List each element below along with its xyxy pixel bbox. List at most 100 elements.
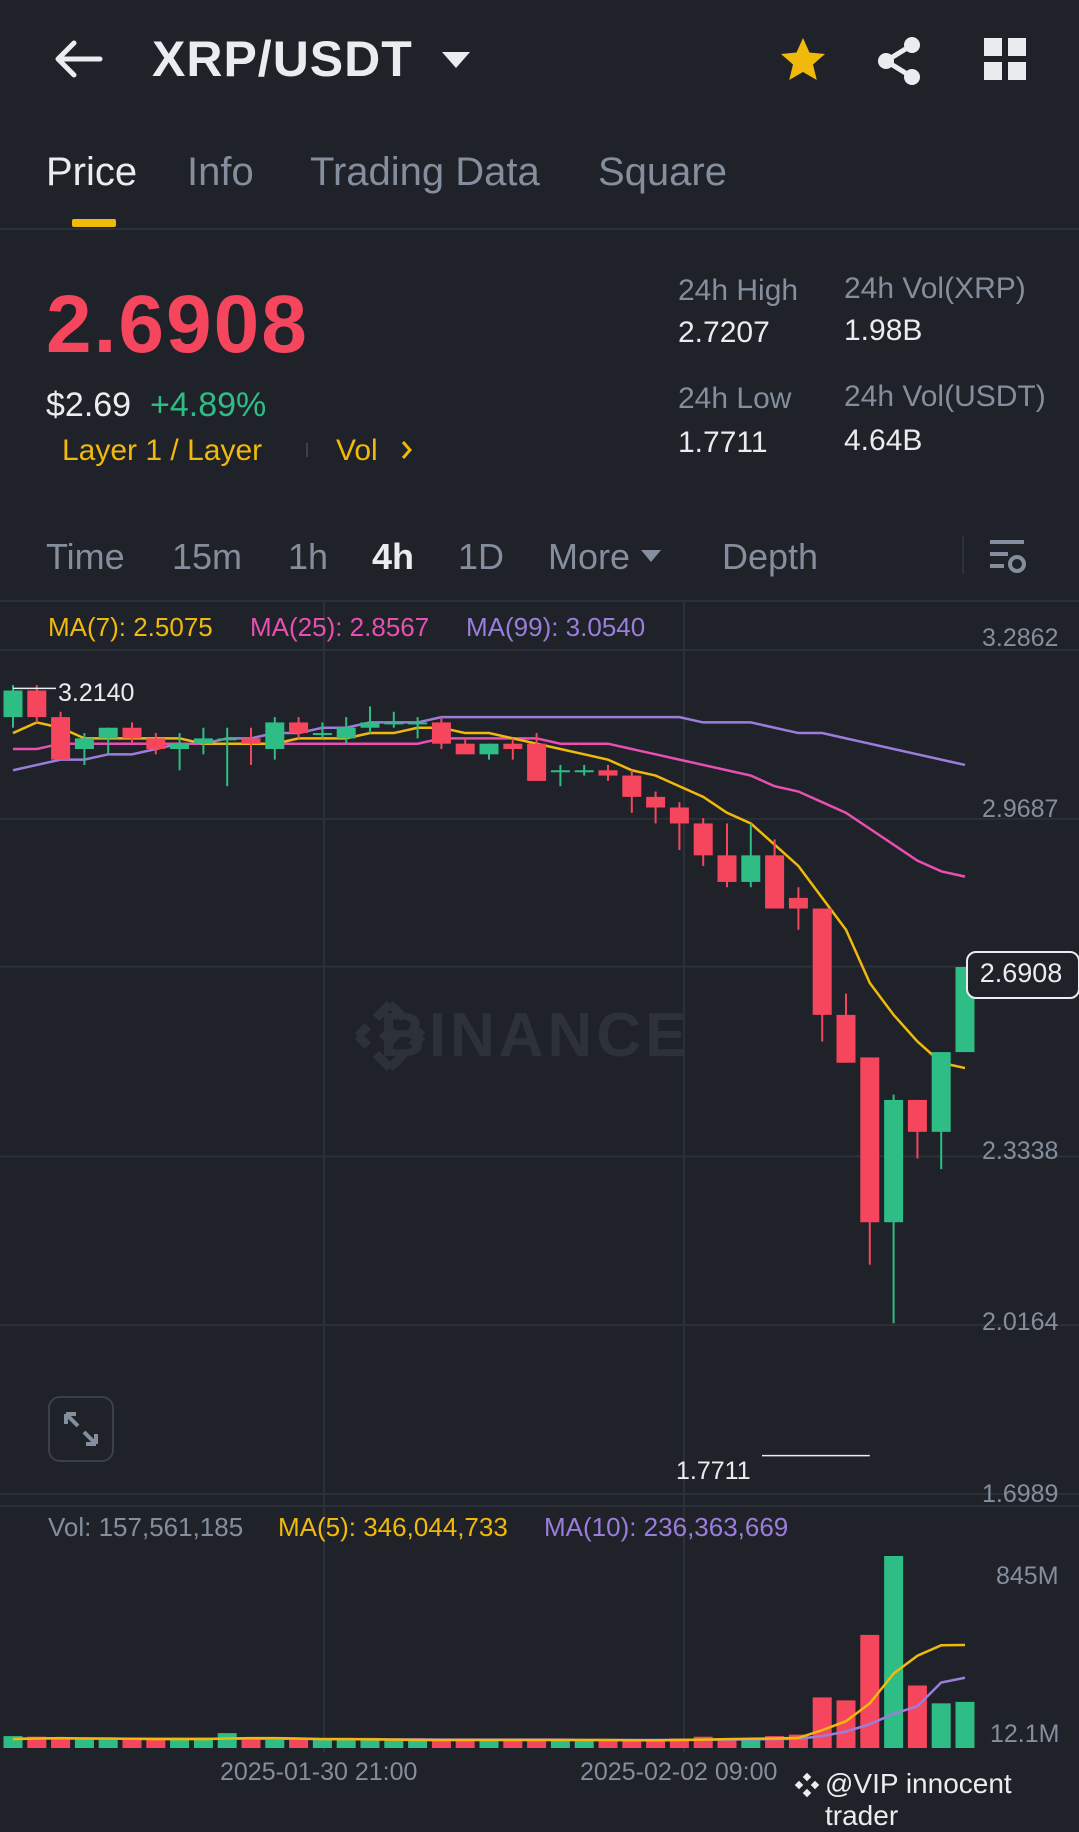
volume-y-tick-2: 12.1M bbox=[990, 1720, 1060, 1748]
favorite-button[interactable] bbox=[778, 36, 828, 84]
candle bbox=[98, 727, 118, 755]
interval-1d[interactable]: 1D bbox=[458, 536, 504, 578]
back-button[interactable] bbox=[48, 34, 108, 84]
star-icon bbox=[781, 38, 825, 80]
layout-button[interactable] bbox=[984, 38, 1026, 80]
candle-body bbox=[170, 743, 190, 750]
candle-body bbox=[122, 727, 142, 739]
candle bbox=[265, 717, 285, 760]
candle-body bbox=[289, 722, 309, 734]
candle-body bbox=[3, 690, 23, 718]
candle bbox=[860, 1057, 880, 1265]
candle bbox=[122, 722, 142, 744]
volume-bar bbox=[408, 1740, 428, 1748]
candle-body bbox=[717, 855, 737, 882]
x-label-2: 2025-02-02 09:00 bbox=[580, 1758, 778, 1786]
candle-body bbox=[884, 1099, 904, 1223]
tab-price[interactable]: Price bbox=[46, 150, 137, 195]
candle-body bbox=[598, 770, 618, 776]
candle-body bbox=[27, 690, 47, 718]
interval-time[interactable]: Time bbox=[46, 536, 125, 578]
high-value: 2.7207 bbox=[678, 316, 770, 349]
candle-body bbox=[765, 855, 785, 909]
candle bbox=[289, 717, 309, 739]
candle bbox=[193, 727, 213, 755]
candle-body bbox=[51, 717, 71, 760]
x-label-1: 2025-01-30 21:00 bbox=[220, 1758, 418, 1786]
pair-title[interactable]: XRP/USDT bbox=[152, 30, 413, 88]
candle-body bbox=[812, 908, 832, 1015]
interval-4h[interactable]: 4h bbox=[372, 536, 414, 578]
volume-bar bbox=[336, 1739, 356, 1748]
candle bbox=[503, 738, 523, 760]
candle-body bbox=[836, 1014, 856, 1063]
volume-bar bbox=[289, 1739, 309, 1748]
usd-price: $2.69 bbox=[46, 386, 132, 424]
interval-15m[interactable]: 15m bbox=[172, 536, 242, 578]
interval-more[interactable]: More bbox=[548, 536, 630, 578]
volume-bar bbox=[860, 1634, 880, 1748]
grid-icon bbox=[984, 38, 1026, 80]
volume-bar bbox=[884, 1556, 904, 1748]
candle-body bbox=[693, 823, 713, 856]
candle bbox=[431, 717, 451, 750]
share-button[interactable] bbox=[876, 36, 924, 86]
volume-bar bbox=[360, 1739, 380, 1748]
y-tick-1: 3.2862 bbox=[982, 624, 1059, 652]
high-marker-label: 3.2140 bbox=[58, 679, 135, 707]
back-arrow-icon bbox=[55, 40, 103, 78]
y-tick-2: 2.9687 bbox=[982, 795, 1059, 823]
tab-square[interactable]: Square bbox=[598, 150, 727, 195]
vol-base-label: 24h Vol(XRP) bbox=[844, 272, 1026, 305]
interval-1h[interactable]: 1h bbox=[288, 536, 328, 578]
candlestick-chart[interactable] bbox=[0, 602, 1079, 1762]
volume-bar bbox=[527, 1740, 547, 1748]
last-price: 2.6908 bbox=[46, 279, 309, 370]
candle bbox=[241, 727, 261, 765]
low-label: 24h Low bbox=[678, 382, 792, 415]
category-tag[interactable]: Layer 1 / Layer bbox=[62, 434, 262, 468]
fullscreen-button[interactable] bbox=[48, 1396, 114, 1462]
candle bbox=[479, 743, 499, 760]
credit-logo-icon bbox=[794, 1772, 820, 1803]
volume-bar bbox=[312, 1739, 332, 1748]
candle-body bbox=[479, 743, 499, 755]
volume-ma5-label: MA(5): 346,044,733 bbox=[278, 1512, 508, 1542]
dropdown-caret-icon bbox=[442, 52, 470, 68]
volume-bar bbox=[574, 1740, 594, 1748]
y-tick-5: 2.0164 bbox=[982, 1308, 1059, 1336]
vol-link-chevron-icon bbox=[398, 436, 416, 469]
candle-body bbox=[74, 738, 94, 750]
candle-body bbox=[788, 897, 808, 909]
volume-bar bbox=[455, 1740, 475, 1748]
candle-body bbox=[646, 796, 666, 808]
candle-body bbox=[408, 722, 428, 725]
tab-info[interactable]: Info bbox=[187, 150, 254, 195]
candle-body bbox=[550, 770, 570, 773]
vol-link[interactable]: Vol bbox=[336, 434, 378, 468]
ma99-label: MA(99): 3.0540 bbox=[466, 612, 646, 642]
vol-quote-value: 4.64B bbox=[844, 424, 923, 457]
candle bbox=[455, 738, 475, 755]
volume-bar bbox=[955, 1701, 975, 1748]
candle bbox=[622, 770, 642, 813]
active-tab-indicator bbox=[72, 219, 116, 227]
chart-settings-button[interactable] bbox=[988, 536, 1028, 576]
candle-body bbox=[669, 807, 689, 824]
volume-bar bbox=[265, 1739, 285, 1748]
candle bbox=[836, 993, 856, 1063]
candle bbox=[574, 764, 594, 776]
binance-logo-icon bbox=[352, 998, 428, 1079]
candle-body bbox=[741, 855, 761, 882]
current-price-tag-text: 2.6908 bbox=[979, 958, 1063, 988]
change-percent: +4.89% bbox=[150, 386, 267, 424]
tab-trading-data[interactable]: Trading Data bbox=[310, 150, 540, 195]
candle-body bbox=[146, 738, 166, 750]
candle bbox=[336, 717, 356, 744]
interval-depth[interactable]: Depth bbox=[722, 536, 818, 578]
candle bbox=[3, 685, 23, 728]
credit-text: @VIP innocent trader bbox=[825, 1768, 1012, 1831]
candle-body bbox=[907, 1099, 927, 1132]
low-value: 1.7711 bbox=[678, 426, 768, 459]
pair-dropdown-button[interactable] bbox=[440, 48, 472, 72]
